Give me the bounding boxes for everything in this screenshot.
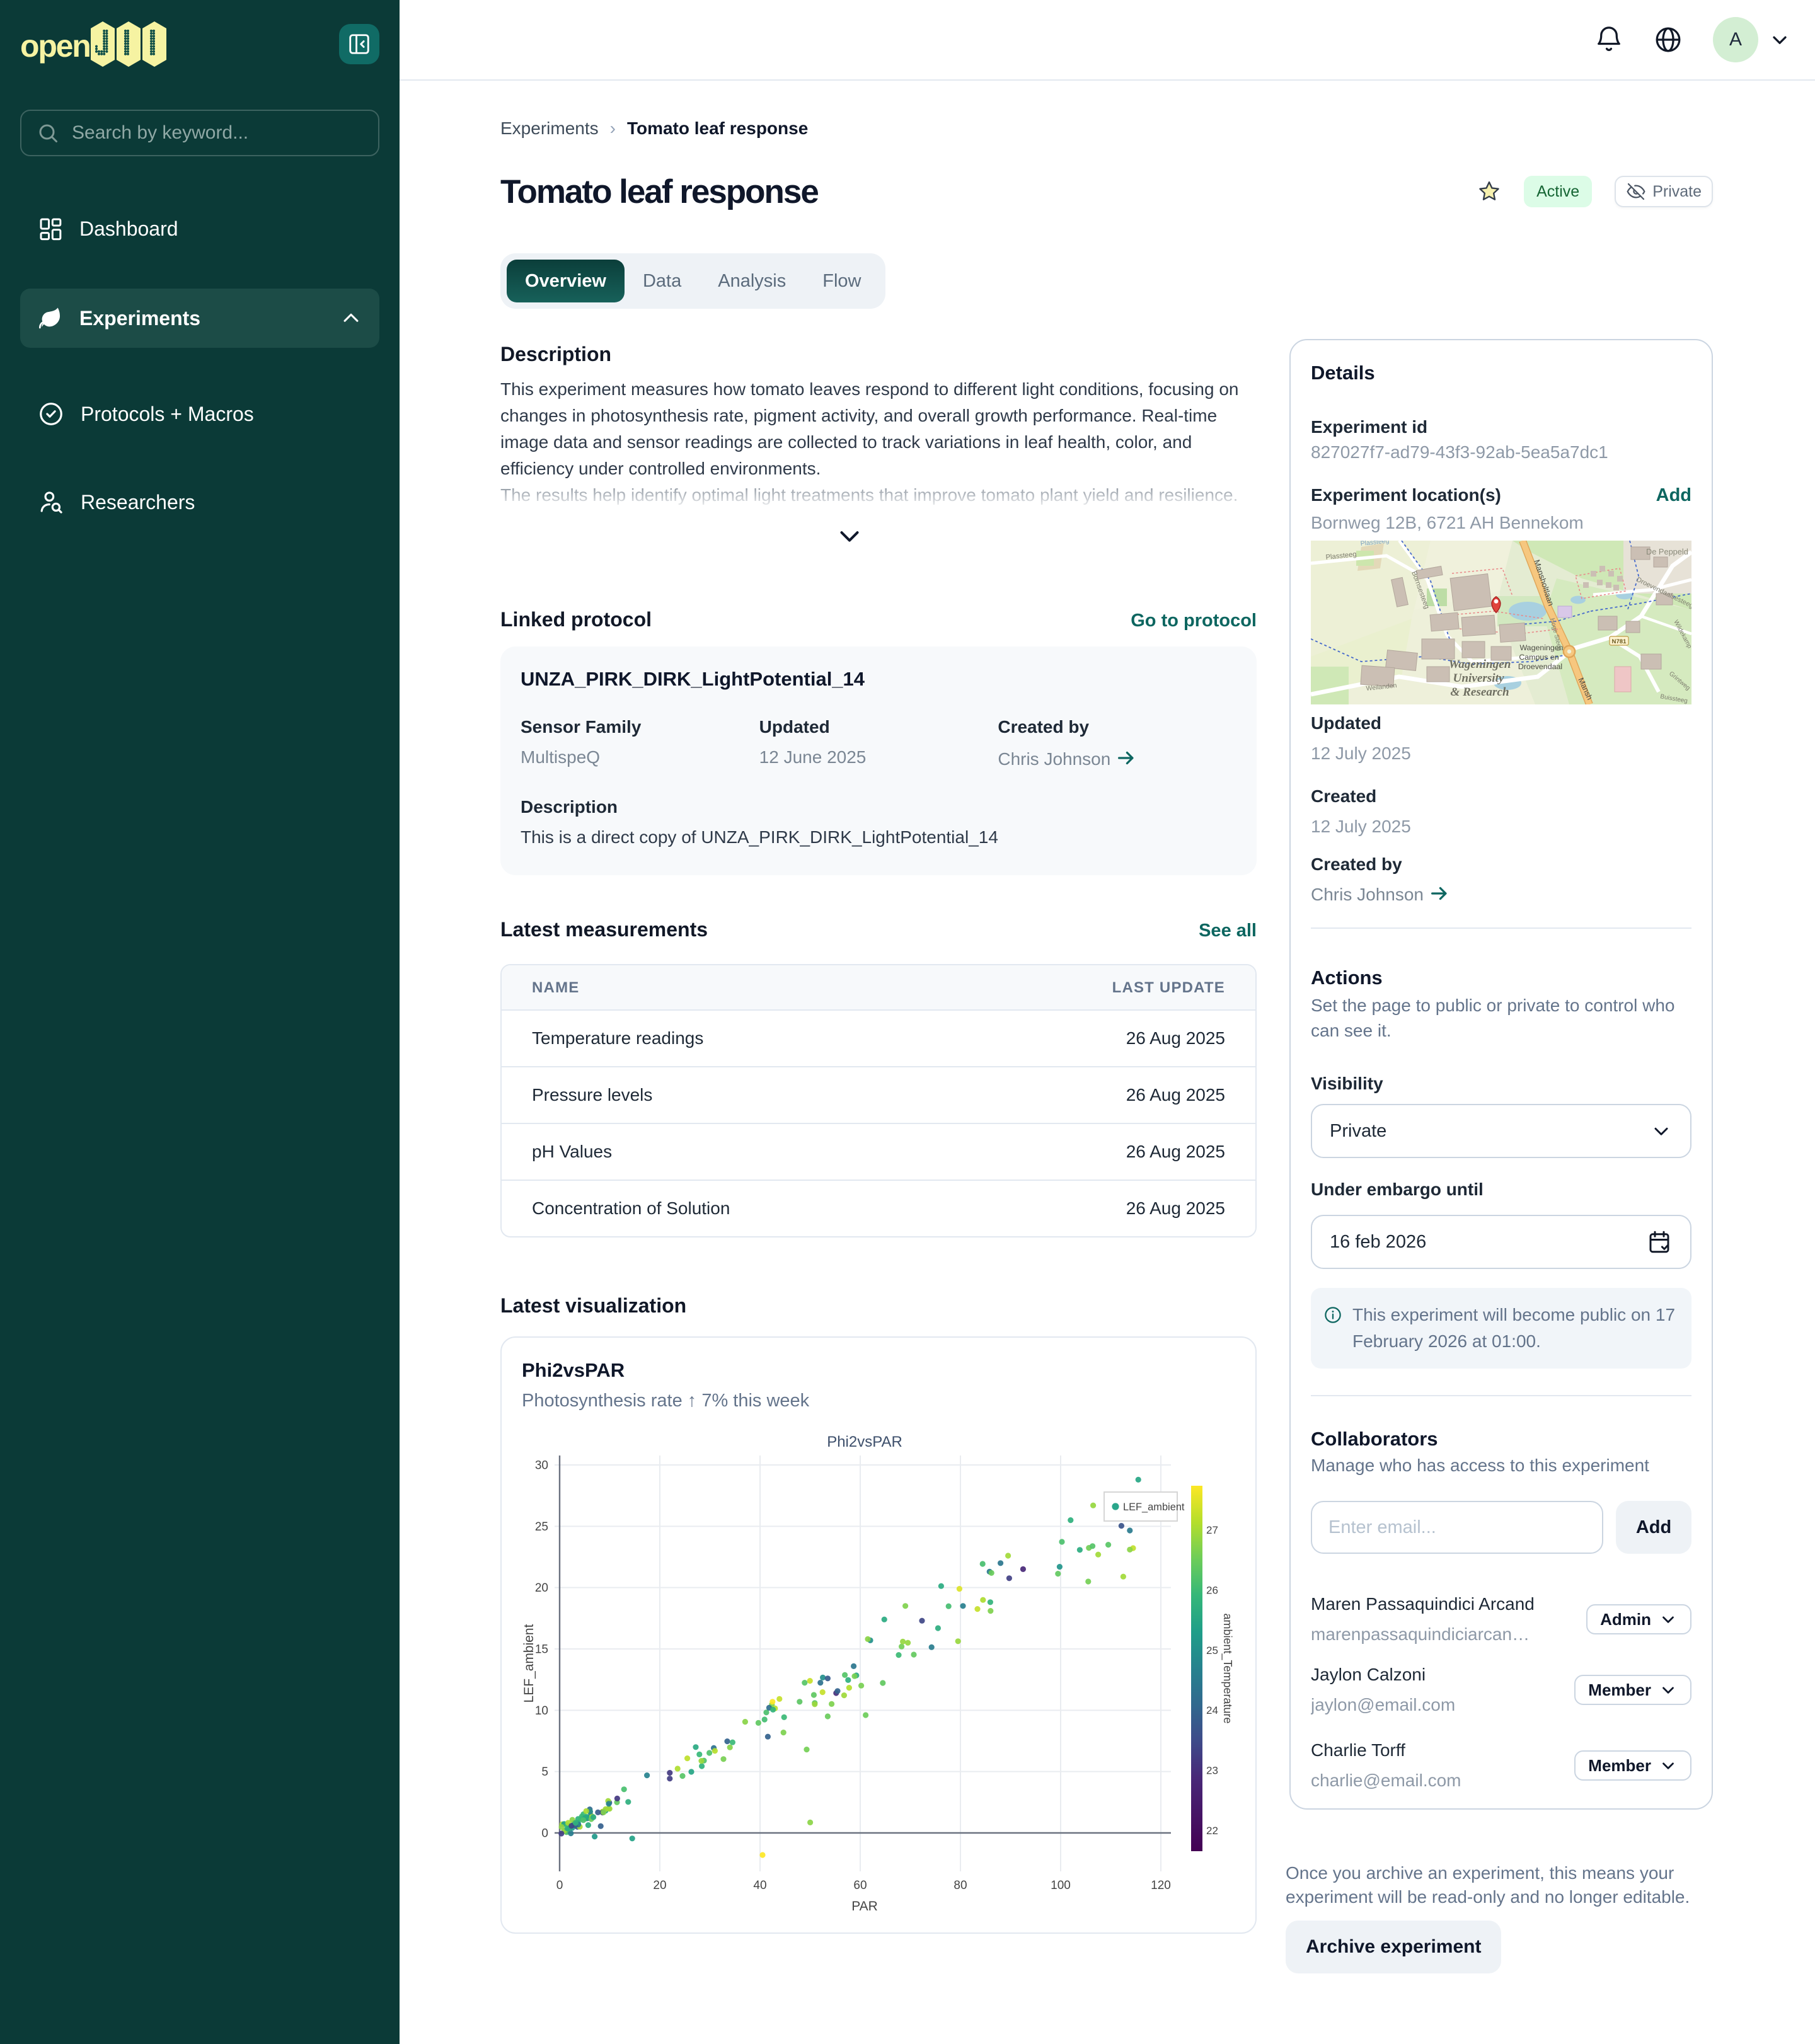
svg-text:& Research: & Research bbox=[1450, 686, 1509, 699]
svg-text:PAR: PAR bbox=[851, 1899, 878, 1914]
svg-text:25: 25 bbox=[535, 1520, 548, 1534]
svg-text:20: 20 bbox=[535, 1582, 548, 1595]
svg-text:10: 10 bbox=[535, 1704, 548, 1718]
svg-text:23: 23 bbox=[1206, 1765, 1218, 1777]
svg-text:22: 22 bbox=[1206, 1825, 1218, 1837]
svg-text:open: open bbox=[20, 28, 90, 64]
svg-text:15: 15 bbox=[535, 1643, 548, 1656]
svg-text:20: 20 bbox=[653, 1879, 666, 1892]
svg-text:24: 24 bbox=[1206, 1704, 1218, 1716]
svg-text:Wageningen: Wageningen bbox=[1449, 658, 1511, 671]
svg-text:5: 5 bbox=[541, 1766, 548, 1779]
svg-text:ambient_Temperature: ambient_Temperature bbox=[1221, 1613, 1234, 1723]
svg-text:30: 30 bbox=[535, 1459, 548, 1472]
svg-text:80: 80 bbox=[954, 1879, 967, 1892]
svg-text:26: 26 bbox=[1206, 1584, 1218, 1596]
svg-text:120: 120 bbox=[1151, 1879, 1171, 1892]
svg-text:Phi2vsPAR: Phi2vsPAR bbox=[827, 1433, 902, 1450]
svg-text:LEF_ambient: LEF_ambient bbox=[1123, 1501, 1185, 1513]
svg-text:100: 100 bbox=[1051, 1879, 1071, 1892]
svg-text:Droevendaal: Droevendaal bbox=[1518, 662, 1562, 671]
svg-text:De Peppeld: De Peppeld bbox=[1646, 547, 1688, 556]
svg-text:0: 0 bbox=[541, 1827, 548, 1840]
svg-text:40: 40 bbox=[753, 1879, 766, 1892]
svg-text:Campus en: Campus en bbox=[1519, 653, 1559, 662]
svg-text:60: 60 bbox=[853, 1879, 867, 1892]
svg-text:University: University bbox=[1453, 672, 1504, 685]
svg-text:Wageningen: Wageningen bbox=[1519, 643, 1563, 652]
svg-text:LEF_ambient: LEF_ambient bbox=[522, 1624, 536, 1702]
svg-text:25: 25 bbox=[1206, 1645, 1218, 1656]
svg-text:0: 0 bbox=[556, 1879, 563, 1892]
svg-text:27: 27 bbox=[1206, 1524, 1218, 1536]
svg-text:N781: N781 bbox=[1612, 638, 1627, 645]
